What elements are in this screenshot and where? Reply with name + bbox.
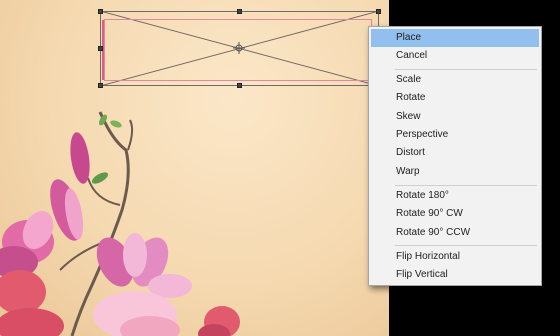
menu-item-flip-horizontal[interactable]: Flip Horizontal	[371, 248, 539, 266]
menu-item-rotate-90-cw[interactable]: Rotate 90° CW	[371, 205, 539, 223]
transform-handle-top-right[interactable]	[376, 9, 381, 14]
transform-handle-middle-left[interactable]	[98, 46, 103, 51]
menu-item-flip-vertical[interactable]: Flip Vertical	[371, 266, 539, 284]
menu-item-skew[interactable]: Skew	[371, 108, 539, 126]
menu-item-place[interactable]: Place	[371, 29, 539, 47]
placed-image-frame	[102, 19, 372, 81]
menu-separator	[395, 69, 537, 70]
menu-item-warp[interactable]: Warp	[371, 163, 539, 181]
menu-item-distort[interactable]: Distort	[371, 144, 539, 162]
transform-handle-top-center[interactable]	[237, 9, 242, 14]
menu-item-cancel[interactable]: Cancel	[371, 47, 539, 65]
document-canvas[interactable]	[0, 0, 389, 336]
menu-separator	[395, 245, 537, 246]
menu-item-scale[interactable]: Scale	[371, 71, 539, 89]
menu-item-rotate[interactable]: Rotate	[371, 89, 539, 107]
transform-handle-bottom-center[interactable]	[237, 83, 242, 88]
transform-context-menu: Place Cancel Scale Rotate Skew Perspecti…	[368, 26, 542, 286]
transform-handle-bottom-left[interactable]	[98, 83, 103, 88]
menu-item-rotate-90-ccw[interactable]: Rotate 90° CCW	[371, 224, 539, 242]
menu-separator	[395, 185, 537, 186]
menu-item-perspective[interactable]: Perspective	[371, 126, 539, 144]
menu-item-rotate-180[interactable]: Rotate 180°	[371, 187, 539, 205]
transform-handle-top-left[interactable]	[98, 9, 103, 14]
